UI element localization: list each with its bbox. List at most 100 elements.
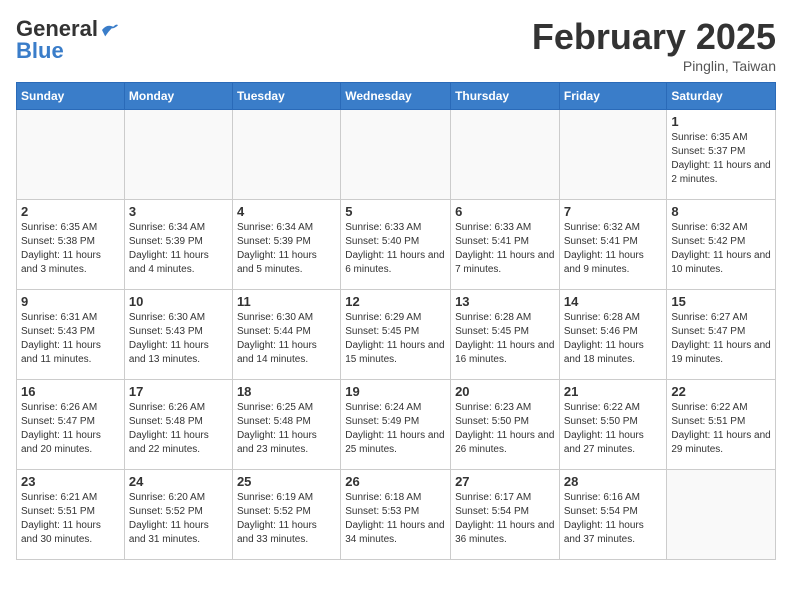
day-number: 18: [237, 384, 336, 399]
week-row-1: 1 Sunrise: 6:35 AM Sunset: 5:37 PM Daylig…: [17, 110, 776, 200]
day-cell: 3 Sunrise: 6:34 AM Sunset: 5:39 PM Daylig…: [124, 200, 232, 290]
day-cell: 22 Sunrise: 6:22 AM Sunset: 5:51 PM Dayli…: [667, 380, 776, 470]
day-info: Sunrise: 6:18 AM Sunset: 5:53 PM Dayligh…: [345, 491, 446, 547]
day-cell: [559, 110, 667, 200]
day-cell: 20 Sunrise: 6:23 AM Sunset: 5:50 PM Dayli…: [451, 380, 560, 470]
day-cell: 10 Sunrise: 6:30 AM Sunset: 5:43 PM Dayli…: [124, 290, 232, 380]
day-info: Sunrise: 6:17 AM Sunset: 5:54 PM Dayligh…: [455, 491, 555, 547]
day-cell: 19Sunrise: 6:24 AM Sunset: 5:49 PM Dayli…: [341, 380, 451, 470]
day-info: Sunrise: 6:16 AM Sunset: 5:54 PM Dayligh…: [564, 491, 663, 547]
day-cell: 28 Sunrise: 6:16 AM Sunset: 5:54 PM Dayli…: [559, 470, 667, 560]
day-number: 24: [129, 474, 228, 489]
weekday-header-row: SundayMondayTuesdayWednesdayThursdayFrid…: [17, 83, 776, 110]
day-info: Sunrise: 6:35 AM Sunset: 5:37 PM Dayligh…: [671, 131, 771, 187]
day-number: 11: [237, 294, 336, 309]
day-number: 6: [455, 204, 555, 219]
day-number: 5: [345, 204, 446, 219]
day-info: Sunrise: 6:29 AM Sunset: 5:45 PM Dayligh…: [345, 311, 446, 367]
day-number: 28: [564, 474, 663, 489]
location: Pinglin, Taiwan: [532, 58, 776, 74]
day-info: Sunrise: 6:25 AM Sunset: 5:48 PM Dayligh…: [237, 401, 336, 457]
day-number: 14: [564, 294, 663, 309]
day-info: Sunrise: 6:34 AM Sunset: 5:39 PM Dayligh…: [237, 221, 336, 277]
weekday-sunday: Sunday: [17, 83, 125, 110]
day-info: Sunrise: 6:28 AM Sunset: 5:45 PM Dayligh…: [455, 311, 555, 367]
week-row-3: 9Sunrise: 6:31 AM Sunset: 5:43 PM Daylig…: [17, 290, 776, 380]
week-row-4: 16Sunrise: 6:26 AM Sunset: 5:47 PM Dayli…: [17, 380, 776, 470]
day-cell: 7 Sunrise: 6:32 AM Sunset: 5:41 PM Daylig…: [559, 200, 667, 290]
day-cell: [451, 110, 560, 200]
day-number: 20: [455, 384, 555, 399]
day-info: Sunrise: 6:20 AM Sunset: 5:52 PM Dayligh…: [129, 491, 228, 547]
day-cell: [124, 110, 232, 200]
day-number: 15: [671, 294, 771, 309]
logo: General Blue: [16, 16, 120, 64]
day-info: Sunrise: 6:26 AM Sunset: 5:48 PM Dayligh…: [129, 401, 228, 457]
day-number: 3: [129, 204, 228, 219]
day-cell: 13 Sunrise: 6:28 AM Sunset: 5:45 PM Dayli…: [451, 290, 560, 380]
calendar-body: 1 Sunrise: 6:35 AM Sunset: 5:37 PM Daylig…: [17, 110, 776, 560]
day-cell: 15 Sunrise: 6:27 AM Sunset: 5:47 PM Dayli…: [667, 290, 776, 380]
week-row-2: 2 Sunrise: 6:35 AM Sunset: 5:38 PM Daylig…: [17, 200, 776, 290]
day-info: Sunrise: 6:19 AM Sunset: 5:52 PM Dayligh…: [237, 491, 336, 547]
weekday-thursday: Thursday: [451, 83, 560, 110]
day-info: Sunrise: 6:33 AM Sunset: 5:40 PM Dayligh…: [345, 221, 446, 277]
month-title: February 2025: [532, 16, 776, 58]
day-cell: 1 Sunrise: 6:35 AM Sunset: 5:37 PM Daylig…: [667, 110, 776, 200]
day-cell: 11 Sunrise: 6:30 AM Sunset: 5:44 PM Dayli…: [232, 290, 340, 380]
day-cell: 14 Sunrise: 6:28 AM Sunset: 5:46 PM Dayli…: [559, 290, 667, 380]
day-number: 8: [671, 204, 771, 219]
title-block: February 2025 Pinglin, Taiwan: [532, 16, 776, 74]
day-cell: [232, 110, 340, 200]
day-info: Sunrise: 6:30 AM Sunset: 5:44 PM Dayligh…: [237, 311, 336, 367]
day-cell: 18 Sunrise: 6:25 AM Sunset: 5:48 PM Dayli…: [232, 380, 340, 470]
day-number: 2: [21, 204, 120, 219]
day-info: Sunrise: 6:30 AM Sunset: 5:43 PM Dayligh…: [129, 311, 228, 367]
day-info: Sunrise: 6:34 AM Sunset: 5:39 PM Dayligh…: [129, 221, 228, 277]
day-number: 10: [129, 294, 228, 309]
day-cell: 26 Sunrise: 6:18 AM Sunset: 5:53 PM Dayli…: [341, 470, 451, 560]
day-number: 12: [345, 294, 446, 309]
day-cell: 17 Sunrise: 6:26 AM Sunset: 5:48 PM Dayli…: [124, 380, 232, 470]
day-cell: 4Sunrise: 6:34 AM Sunset: 5:39 PM Daylig…: [232, 200, 340, 290]
day-info: Sunrise: 6:32 AM Sunset: 5:41 PM Dayligh…: [564, 221, 663, 277]
weekday-wednesday: Wednesday: [341, 83, 451, 110]
day-info: Sunrise: 6:35 AM Sunset: 5:38 PM Dayligh…: [21, 221, 120, 277]
day-cell: 6Sunrise: 6:33 AM Sunset: 5:41 PM Daylig…: [451, 200, 560, 290]
day-cell: [667, 470, 776, 560]
day-number: 26: [345, 474, 446, 489]
day-number: 7: [564, 204, 663, 219]
day-cell: 21Sunrise: 6:22 AM Sunset: 5:50 PM Dayli…: [559, 380, 667, 470]
day-number: 27: [455, 474, 555, 489]
logo-blue-text: Blue: [16, 38, 64, 64]
day-info: Sunrise: 6:27 AM Sunset: 5:47 PM Dayligh…: [671, 311, 771, 367]
day-cell: 5 Sunrise: 6:33 AM Sunset: 5:40 PM Daylig…: [341, 200, 451, 290]
logo-bird-icon: [100, 22, 120, 38]
day-info: Sunrise: 6:22 AM Sunset: 5:50 PM Dayligh…: [564, 401, 663, 457]
day-cell: 25 Sunrise: 6:19 AM Sunset: 5:52 PM Dayli…: [232, 470, 340, 560]
day-info: Sunrise: 6:21 AM Sunset: 5:51 PM Dayligh…: [21, 491, 120, 547]
calendar-table: SundayMondayTuesdayWednesdayThursdayFrid…: [16, 82, 776, 560]
day-number: 13: [455, 294, 555, 309]
day-info: Sunrise: 6:28 AM Sunset: 5:46 PM Dayligh…: [564, 311, 663, 367]
day-cell: 27 Sunrise: 6:17 AM Sunset: 5:54 PM Dayli…: [451, 470, 560, 560]
day-info: Sunrise: 6:22 AM Sunset: 5:51 PM Dayligh…: [671, 401, 771, 457]
day-cell: [17, 110, 125, 200]
day-info: Sunrise: 6:23 AM Sunset: 5:50 PM Dayligh…: [455, 401, 555, 457]
day-cell: 23 Sunrise: 6:21 AM Sunset: 5:51 PM Dayli…: [17, 470, 125, 560]
day-number: 22: [671, 384, 771, 399]
day-cell: 8Sunrise: 6:32 AM Sunset: 5:42 PM Daylig…: [667, 200, 776, 290]
weekday-monday: Monday: [124, 83, 232, 110]
day-number: 23: [21, 474, 120, 489]
day-cell: [341, 110, 451, 200]
day-info: Sunrise: 6:31 AM Sunset: 5:43 PM Dayligh…: [21, 311, 120, 367]
day-number: 19: [345, 384, 446, 399]
day-cell: 12 Sunrise: 6:29 AM Sunset: 5:45 PM Dayli…: [341, 290, 451, 380]
day-number: 16: [21, 384, 120, 399]
weekday-friday: Friday: [559, 83, 667, 110]
weekday-saturday: Saturday: [667, 83, 776, 110]
day-number: 1: [671, 114, 771, 129]
day-number: 17: [129, 384, 228, 399]
day-cell: 24 Sunrise: 6:20 AM Sunset: 5:52 PM Dayli…: [124, 470, 232, 560]
day-number: 25: [237, 474, 336, 489]
